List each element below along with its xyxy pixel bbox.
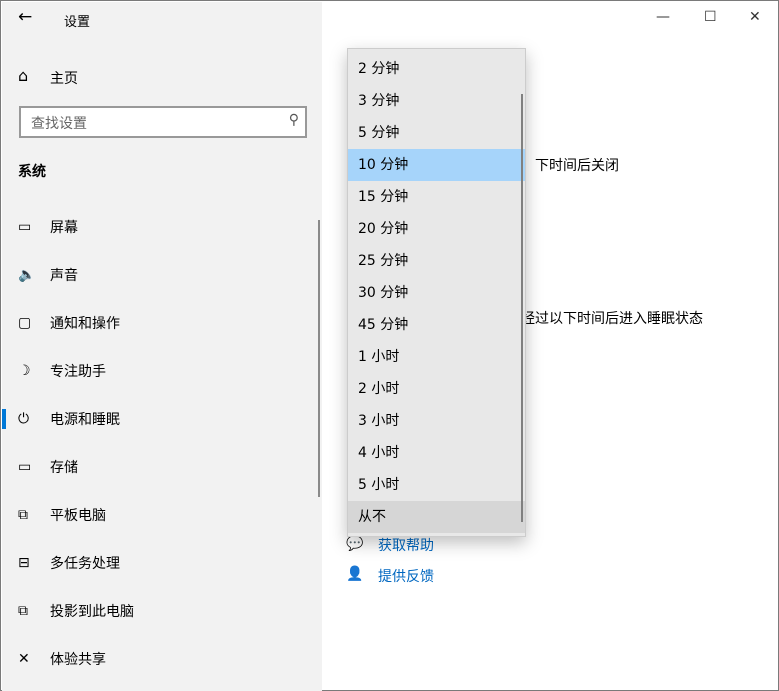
sidebar-item-icon: ⊟: [18, 555, 30, 571]
sidebar-item-icon: ☽: [18, 363, 31, 379]
dropdown-option[interactable]: 3 小时: [348, 405, 525, 437]
feedback-link[interactable]: 提供反馈: [378, 566, 434, 586]
settings-window: ← 设置 ⌂ 主页 查找设置 ⚲ 系统 ▭ 屏幕 🔈 声音 ▢ 通知和操作 ☽ 专注助手 ⏻ 电源和…: [0, 0, 779, 691]
sidebar-item[interactable]: ▭ 屏幕: [2, 207, 318, 247]
section-heading: 系统: [18, 164, 46, 180]
get-help-link[interactable]: 获取帮助: [378, 535, 434, 555]
sidebar-item[interactable]: ⊟ 多任务处理: [2, 543, 318, 583]
search-icon: ⚲: [288, 112, 299, 128]
maximize-button[interactable]: ☐: [704, 9, 717, 25]
window-title: 设置: [64, 15, 91, 30]
sidebar-item-icon: ▭: [18, 459, 32, 475]
dropdown-option[interactable]: 2 小时: [348, 373, 525, 405]
screen-timeout-label: 、下时间后关闭: [521, 158, 619, 174]
sidebar-item-label: 通知和操作: [50, 316, 120, 332]
sidebar-item-icon: ✕: [18, 651, 30, 667]
dropdown-option[interactable]: 2 分钟: [348, 53, 525, 85]
sidebar-item-icon: ⏻: [18, 411, 30, 427]
sidebar-item-icon: ⧉: [18, 507, 28, 523]
sidebar-item[interactable]: ⧉ 平板电脑: [2, 495, 318, 535]
dropdown-option[interactable]: 30 分钟: [348, 277, 525, 309]
sidebar-item-icon: 🔈: [18, 267, 36, 283]
dropdown-option[interactable]: 从不: [348, 501, 525, 533]
sidebar-item[interactable]: ▭ 存储: [2, 447, 318, 487]
sidebar: ← 设置 ⌂ 主页 查找设置 ⚲ 系统 ▭ 屏幕 🔈 声音 ▢ 通知和操作 ☽ 专注助手 ⏻ 电源和…: [2, 2, 322, 691]
sidebar-item-icon: ▭: [18, 219, 32, 235]
dropdown-option[interactable]: 5 小时: [348, 469, 525, 501]
sidebar-item-label: 存储: [50, 460, 78, 476]
dropdown-option[interactable]: 4 小时: [348, 437, 525, 469]
sidebar-item[interactable]: 🔈 声音: [2, 255, 318, 295]
dropdown-scrollbar[interactable]: [521, 94, 523, 522]
sidebar-item-label: 专注助手: [50, 364, 106, 380]
search-placeholder: 查找设置: [31, 116, 87, 132]
dropdown-option[interactable]: 10 分钟: [348, 149, 525, 181]
sidebar-item[interactable]: ⏻ 电源和睡眠: [2, 399, 318, 439]
dropdown-option[interactable]: 25 分钟: [348, 245, 525, 277]
dropdown-option[interactable]: 15 分钟: [348, 181, 525, 213]
sleep-timeout-label: 经过以下时间后进入睡眠状态: [521, 311, 703, 327]
sidebar-item[interactable]: ✕ 体验共享: [2, 639, 318, 679]
sidebar-item-label: 多任务处理: [50, 556, 120, 572]
home-link[interactable]: 主页: [50, 68, 78, 88]
dropdown-option[interactable]: 20 分钟: [348, 213, 525, 245]
sidebar-item[interactable]: ☽ 专注助手: [2, 351, 318, 391]
dropdown-option[interactable]: 5 分钟: [348, 117, 525, 149]
search-input[interactable]: 查找设置 ⚲: [19, 106, 307, 138]
sidebar-item-label: 屏幕: [50, 220, 78, 236]
dropdown-option[interactable]: 1 小时: [348, 341, 525, 373]
sidebar-item-label: 平板电脑: [50, 508, 106, 524]
help-icon: 💬: [346, 536, 364, 552]
home-icon[interactable]: ⌂: [18, 66, 28, 85]
close-button[interactable]: ✕: [749, 9, 761, 25]
sidebar-item-label: 投影到此电脑: [50, 604, 134, 620]
sidebar-item[interactable]: ⧉ 投影到此电脑: [2, 591, 318, 631]
sidebar-item-label: 声音: [50, 268, 78, 284]
back-button[interactable]: ←: [18, 7, 32, 27]
dropdown-option[interactable]: 3 分钟: [348, 85, 525, 117]
sidebar-item-label: 电源和睡眠: [50, 412, 120, 428]
dropdown-option[interactable]: 45 分钟: [348, 309, 525, 341]
minimize-button[interactable]: —: [656, 9, 670, 25]
timeout-dropdown-list[interactable]: 2 分钟 3 分钟 5 分钟 10 分钟 15 分钟 20 分钟 25 分钟 30 分钟 45 …: [347, 48, 526, 537]
sidebar-item[interactable]: ▢ 通知和操作: [2, 303, 318, 343]
sidebar-item-icon: ⧉: [18, 603, 28, 619]
feedback-icon: 👤: [346, 566, 364, 582]
sidebar-scrollbar[interactable]: [318, 220, 320, 497]
sidebar-item-label: 体验共享: [50, 652, 106, 668]
sidebar-item-icon: ▢: [18, 315, 32, 331]
